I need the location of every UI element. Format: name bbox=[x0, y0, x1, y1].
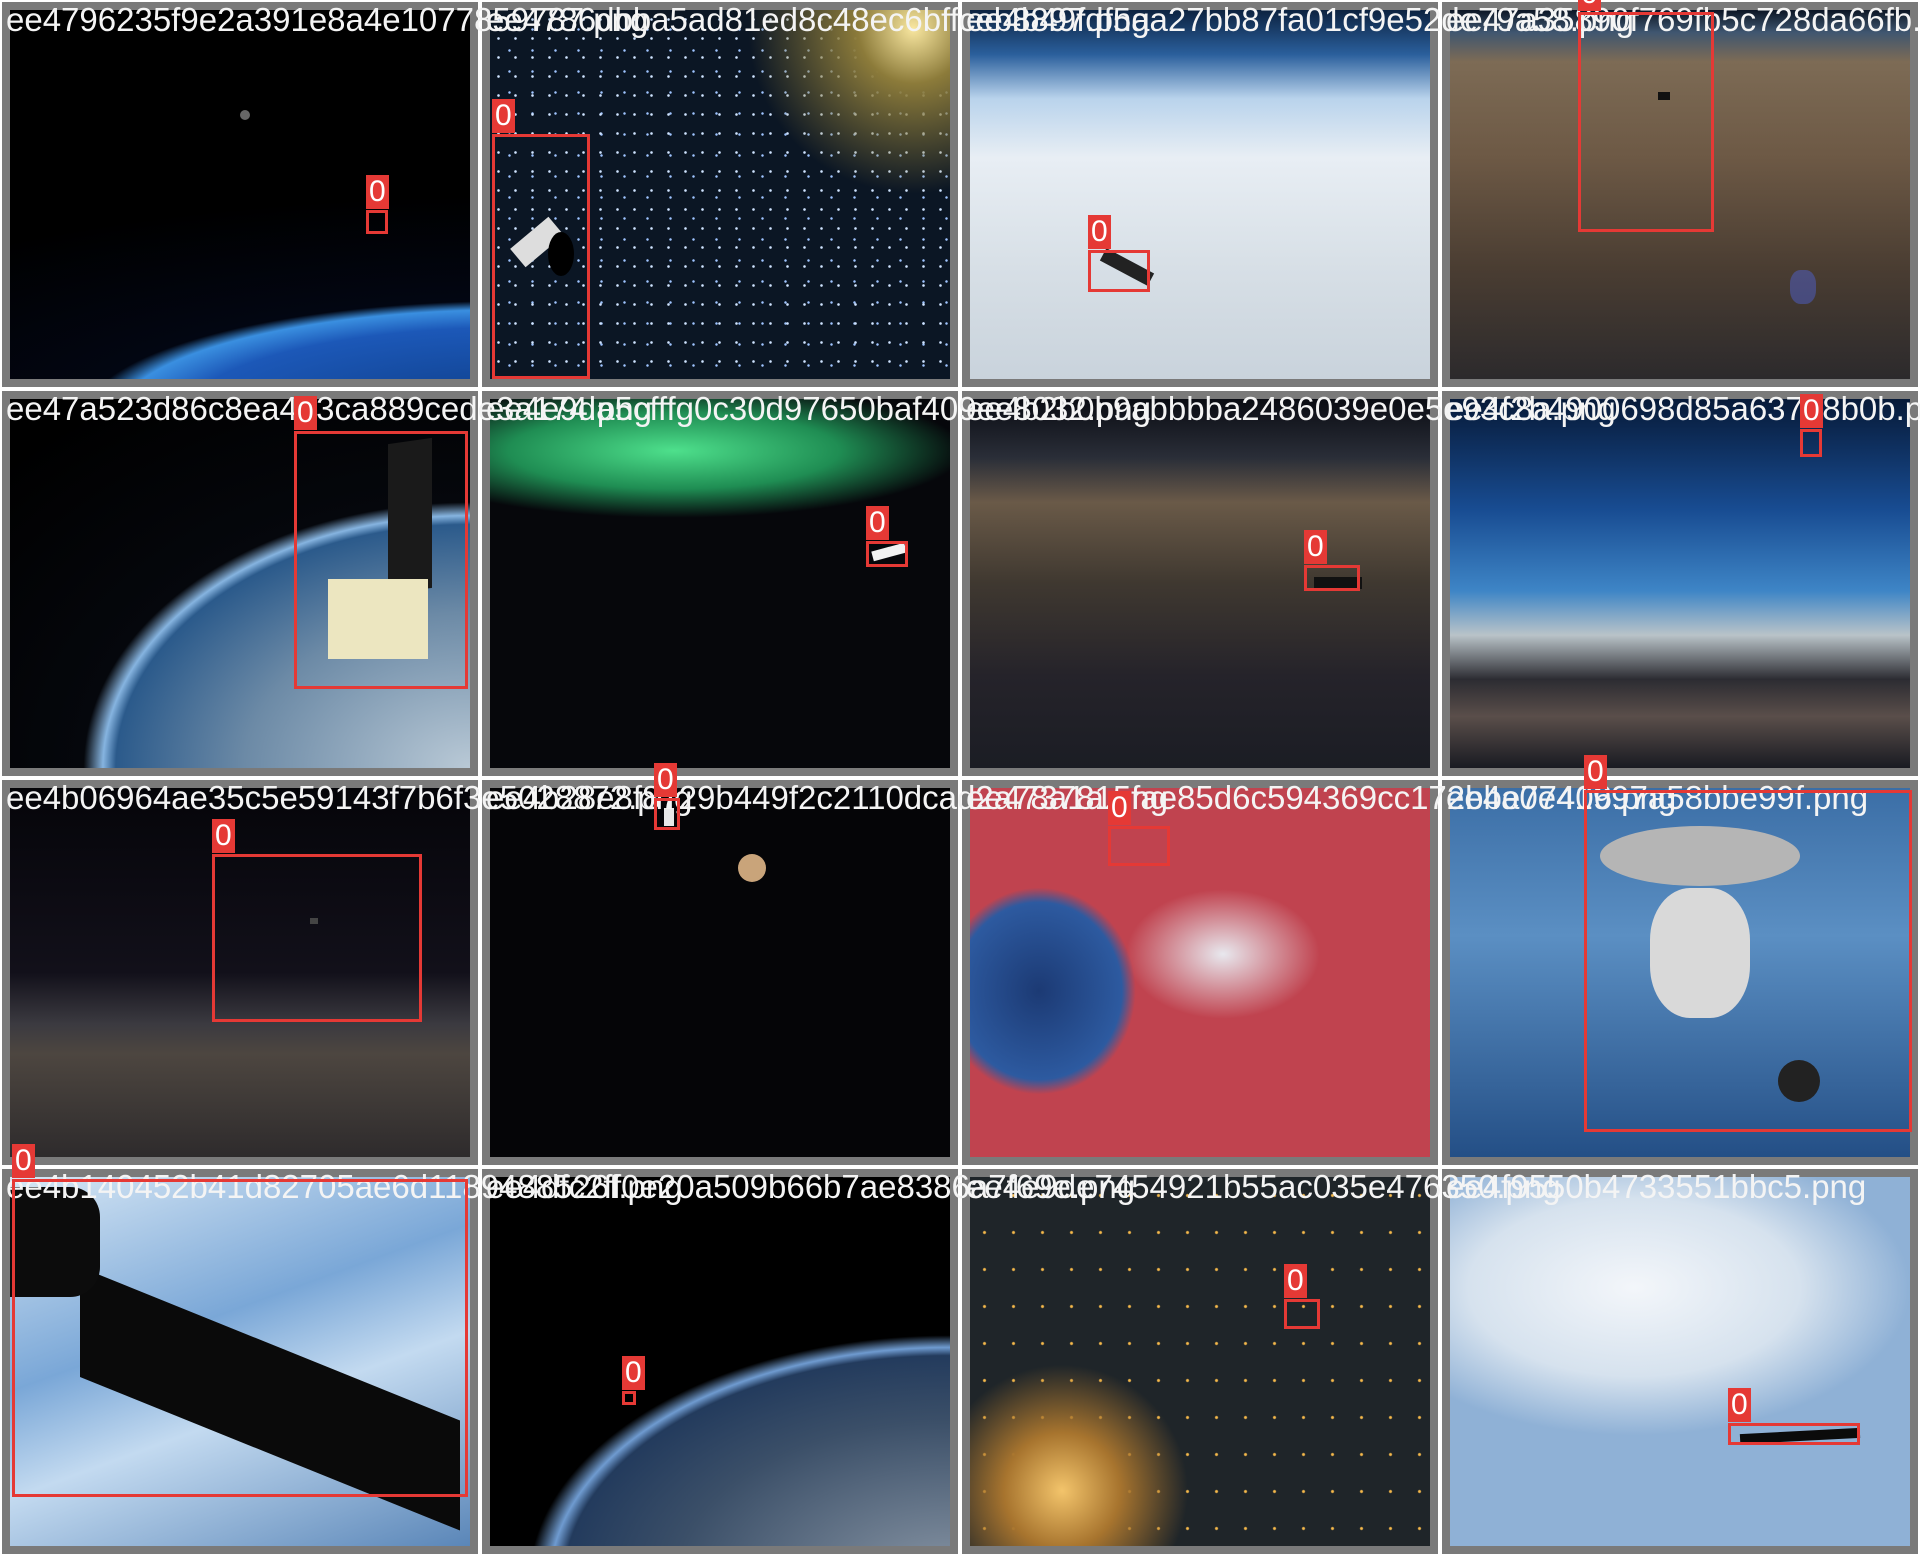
class-label: 0 bbox=[866, 506, 889, 540]
bounding-box[interactable]: 0 bbox=[1578, 0, 1714, 232]
moon-speck bbox=[240, 110, 250, 120]
tile-15[interactable]: ee4e9de7454921b55ac035e476350.png 0 bbox=[960, 1167, 1561, 1556]
bounding-box[interactable]: 0 bbox=[866, 506, 908, 567]
bounding-box[interactable]: 0 bbox=[294, 396, 468, 689]
class-label: 0 bbox=[1304, 530, 1327, 564]
tile-14[interactable]: ee4dfc2ff0e20a509b66b7ae8386a7f69e.png 0 bbox=[480, 1167, 1135, 1556]
bounding-box[interactable]: 0 bbox=[212, 819, 422, 1022]
tile-8[interactable]: ee4f2b4900698d85a63728b0b.png 0 bbox=[1440, 389, 1920, 778]
dark-space-moon-image bbox=[490, 788, 950, 1157]
bounding-box[interactable]: 0 bbox=[366, 175, 389, 234]
tile-4[interactable]: ee47a35890f769fb5c728da66fb.png 0 bbox=[1440, 0, 1920, 389]
class-label: 0 bbox=[654, 763, 677, 797]
lens-flare bbox=[1790, 270, 1816, 304]
tile-2[interactable]: ee4786dbba5ad81ed8c48ec6bffceb8897.png 0 bbox=[480, 0, 1150, 389]
bounding-box[interactable]: 0 bbox=[654, 763, 680, 830]
bounding-box[interactable]: 0 bbox=[1284, 1264, 1320, 1329]
class-label: 0 bbox=[1800, 394, 1823, 428]
class-label: 0 bbox=[212, 819, 235, 853]
tile-6[interactable]: ee4e9da5cfffg0c30d97650baf409ee8032.png … bbox=[480, 389, 1151, 778]
city-lights-night-image bbox=[970, 1177, 1430, 1546]
class-label: 0 bbox=[12, 1144, 35, 1178]
aurora-image bbox=[490, 399, 950, 768]
tile-9[interactable]: ee4b06964ae35c5e59143f7b6f3e5028872.png … bbox=[0, 778, 692, 1167]
class-label: 0 bbox=[1108, 791, 1131, 825]
detection-mosaic: ee4796235f9e2a391e8a4e1077859787.png 0 e… bbox=[0, 0, 1920, 1556]
class-label: 0 bbox=[1578, 0, 1601, 11]
class-label: 0 bbox=[1088, 215, 1111, 249]
filename-label: ee4f9550b4733551bbc5.png bbox=[1446, 1168, 1867, 1205]
tile-11[interactable]: ee4737815fae85d6c594369cc172bbe77406.png… bbox=[960, 778, 1676, 1167]
tile-12[interactable]: ee4a0e41997a58bbe99f.png 0 bbox=[1440, 755, 1920, 1167]
earth-limb-clouds-image bbox=[490, 1177, 950, 1546]
earth-dusk-horizon-image bbox=[970, 399, 1430, 768]
bounding-box[interactable]: 0 bbox=[1304, 530, 1360, 591]
bounding-box[interactable]: 0 bbox=[622, 1356, 645, 1405]
bounding-box[interactable]: 0 bbox=[1800, 394, 1823, 457]
moon-object bbox=[738, 854, 766, 882]
earth-clouds-horizon-image bbox=[970, 10, 1430, 379]
class-label: 0 bbox=[366, 175, 389, 209]
bounding-box[interactable]: 0 bbox=[12, 1144, 468, 1497]
bounding-box[interactable]: 0 bbox=[1088, 215, 1150, 292]
bounding-box[interactable]: 0 bbox=[1584, 755, 1912, 1132]
clouds-image bbox=[1450, 1177, 1910, 1546]
tile-1[interactable]: ee4796235f9e2a391e8a4e1077859787.png 0 bbox=[0, 0, 648, 389]
class-label: 0 bbox=[492, 99, 515, 133]
tile-7[interactable]: ee4b2b0b9abbbba2486039e0e5e93c8a.png 0 bbox=[960, 389, 1616, 778]
earth-limb-night-image bbox=[10, 10, 470, 379]
class-label: 0 bbox=[294, 396, 317, 430]
class-label: 0 bbox=[622, 1356, 645, 1390]
class-label: 0 bbox=[1728, 1388, 1751, 1422]
blue-horizon-sunset-image bbox=[1450, 399, 1910, 768]
class-label: 0 bbox=[1584, 755, 1607, 789]
tile-5[interactable]: ee47a523d86c8ea413ca889cede3a174.png 0 bbox=[0, 389, 652, 778]
tile-13[interactable]: ee4b140452b41d82705ae6d1189488526f.png 0 bbox=[0, 1144, 683, 1556]
false-color-terrain-image bbox=[970, 788, 1430, 1157]
tile-10[interactable]: ee4b28e8f8729b449f2c2110dcad2a78a1a.png … bbox=[480, 763, 1168, 1167]
bounding-box[interactable]: 0 bbox=[1108, 791, 1170, 866]
filename-label: ee4f2b4900698d85a63728b0b.png bbox=[1446, 390, 1920, 427]
tile-16[interactable]: ee4f9550b4733551bbc5.png 0 bbox=[1440, 1167, 1920, 1556]
tile-3[interactable]: ee4b49fdf5aa27bb87fa01cf9e52de79a58.png … bbox=[960, 0, 1634, 389]
bounding-box[interactable]: 0 bbox=[492, 99, 590, 379]
bounding-box[interactable]: 0 bbox=[1728, 1388, 1860, 1445]
class-label: 0 bbox=[1284, 1264, 1307, 1298]
